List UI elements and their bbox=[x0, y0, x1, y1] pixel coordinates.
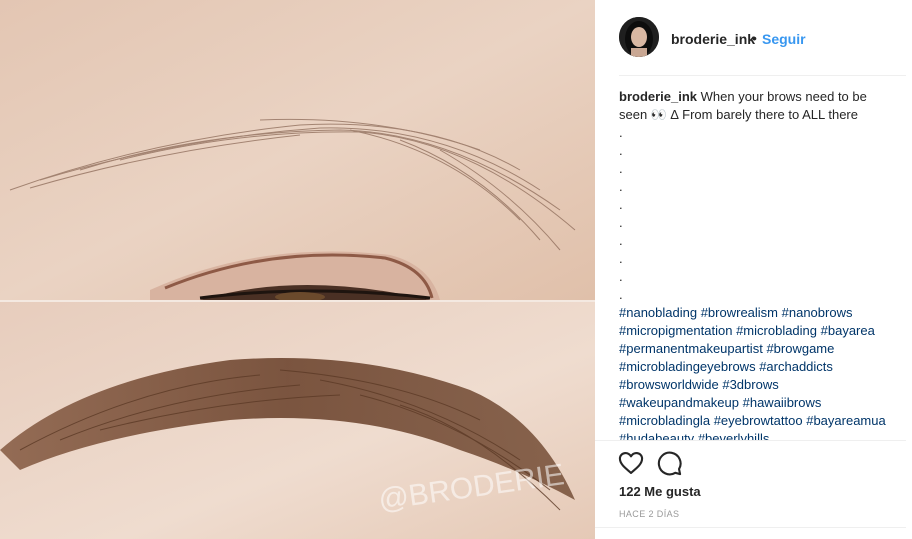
caption-dot: . bbox=[619, 269, 623, 284]
hashtag-link[interactable]: #nanobrows bbox=[782, 305, 853, 320]
caption-dot: . bbox=[619, 161, 623, 176]
hashtag-link[interactable]: #permanentmakeupartist bbox=[619, 341, 763, 356]
hashtag-link[interactable]: #browsworldwide bbox=[619, 377, 719, 392]
caption-dot: . bbox=[619, 251, 623, 266]
caption-username-link[interactable]: broderie_ink bbox=[619, 89, 697, 104]
hashtag-link[interactable]: #3dbrows bbox=[722, 377, 778, 392]
caption-dot: . bbox=[619, 233, 623, 248]
hashtag-link[interactable]: #wakeupandmakeup bbox=[619, 395, 739, 410]
hashtag-link[interactable]: #microblading bbox=[736, 323, 817, 338]
post-side-panel: broderie_ink • Seguir broderie_ink When … bbox=[595, 0, 912, 539]
avatar[interactable] bbox=[619, 17, 659, 57]
hashtag-link[interactable]: #microbladingla bbox=[619, 413, 710, 428]
brow-before-after-image: @BRODERIE bbox=[0, 0, 595, 539]
hashtag-link[interactable]: #bayarea bbox=[821, 323, 875, 338]
header-divider bbox=[619, 75, 906, 76]
caption-dot: . bbox=[619, 287, 623, 302]
caption-scroll-area[interactable]: broderie_ink When your brows need to be … bbox=[619, 88, 891, 440]
actions-divider bbox=[595, 440, 906, 441]
hashtag-list: #nanoblading #browrealism #nanobrows #mi… bbox=[619, 304, 891, 440]
hashtag-link[interactable]: #beverlyhills bbox=[698, 431, 770, 440]
caption-dot: . bbox=[619, 179, 623, 194]
hashtag-link[interactable]: #browgame bbox=[766, 341, 834, 356]
hashtag-link[interactable]: #archaddicts bbox=[759, 359, 833, 374]
hashtag-link[interactable]: #hawaiibrows bbox=[743, 395, 822, 410]
hashtag-link[interactable]: #browrealism bbox=[701, 305, 778, 320]
post-header: broderie_ink • Seguir bbox=[595, 0, 912, 76]
comment-area-divider bbox=[595, 527, 906, 528]
speech-bubble-icon bbox=[657, 451, 682, 476]
hashtag-link[interactable]: #eyebrowtattoo bbox=[714, 413, 803, 428]
hashtag-link[interactable]: #hudabeauty bbox=[619, 431, 694, 440]
like-button[interactable] bbox=[617, 449, 645, 477]
follow-button[interactable]: Seguir bbox=[762, 31, 806, 47]
post-timestamp[interactable]: HACE 2 DÍAS bbox=[619, 509, 679, 519]
post-photo[interactable]: @BRODERIE bbox=[0, 0, 595, 539]
hashtag-link[interactable]: #nanoblading bbox=[619, 305, 697, 320]
caption-dot: . bbox=[619, 125, 623, 140]
post-username-link[interactable]: broderie_ink bbox=[671, 31, 755, 47]
comment-button[interactable] bbox=[655, 449, 683, 477]
caption-dot: . bbox=[619, 143, 623, 158]
hashtag-link[interactable]: #micropigmentation bbox=[619, 323, 732, 338]
caption-dot: . bbox=[619, 197, 623, 212]
heart-outline-icon bbox=[618, 452, 644, 474]
hashtag-link[interactable]: #microbladingeyebrows bbox=[619, 359, 756, 374]
likes-count-link[interactable]: 122 Me gusta bbox=[619, 484, 701, 499]
hashtag-link[interactable]: #bayareamua bbox=[806, 413, 886, 428]
separator-dot: • bbox=[752, 30, 757, 46]
caption-dot: . bbox=[619, 215, 623, 230]
profile-photo-icon bbox=[619, 17, 659, 57]
